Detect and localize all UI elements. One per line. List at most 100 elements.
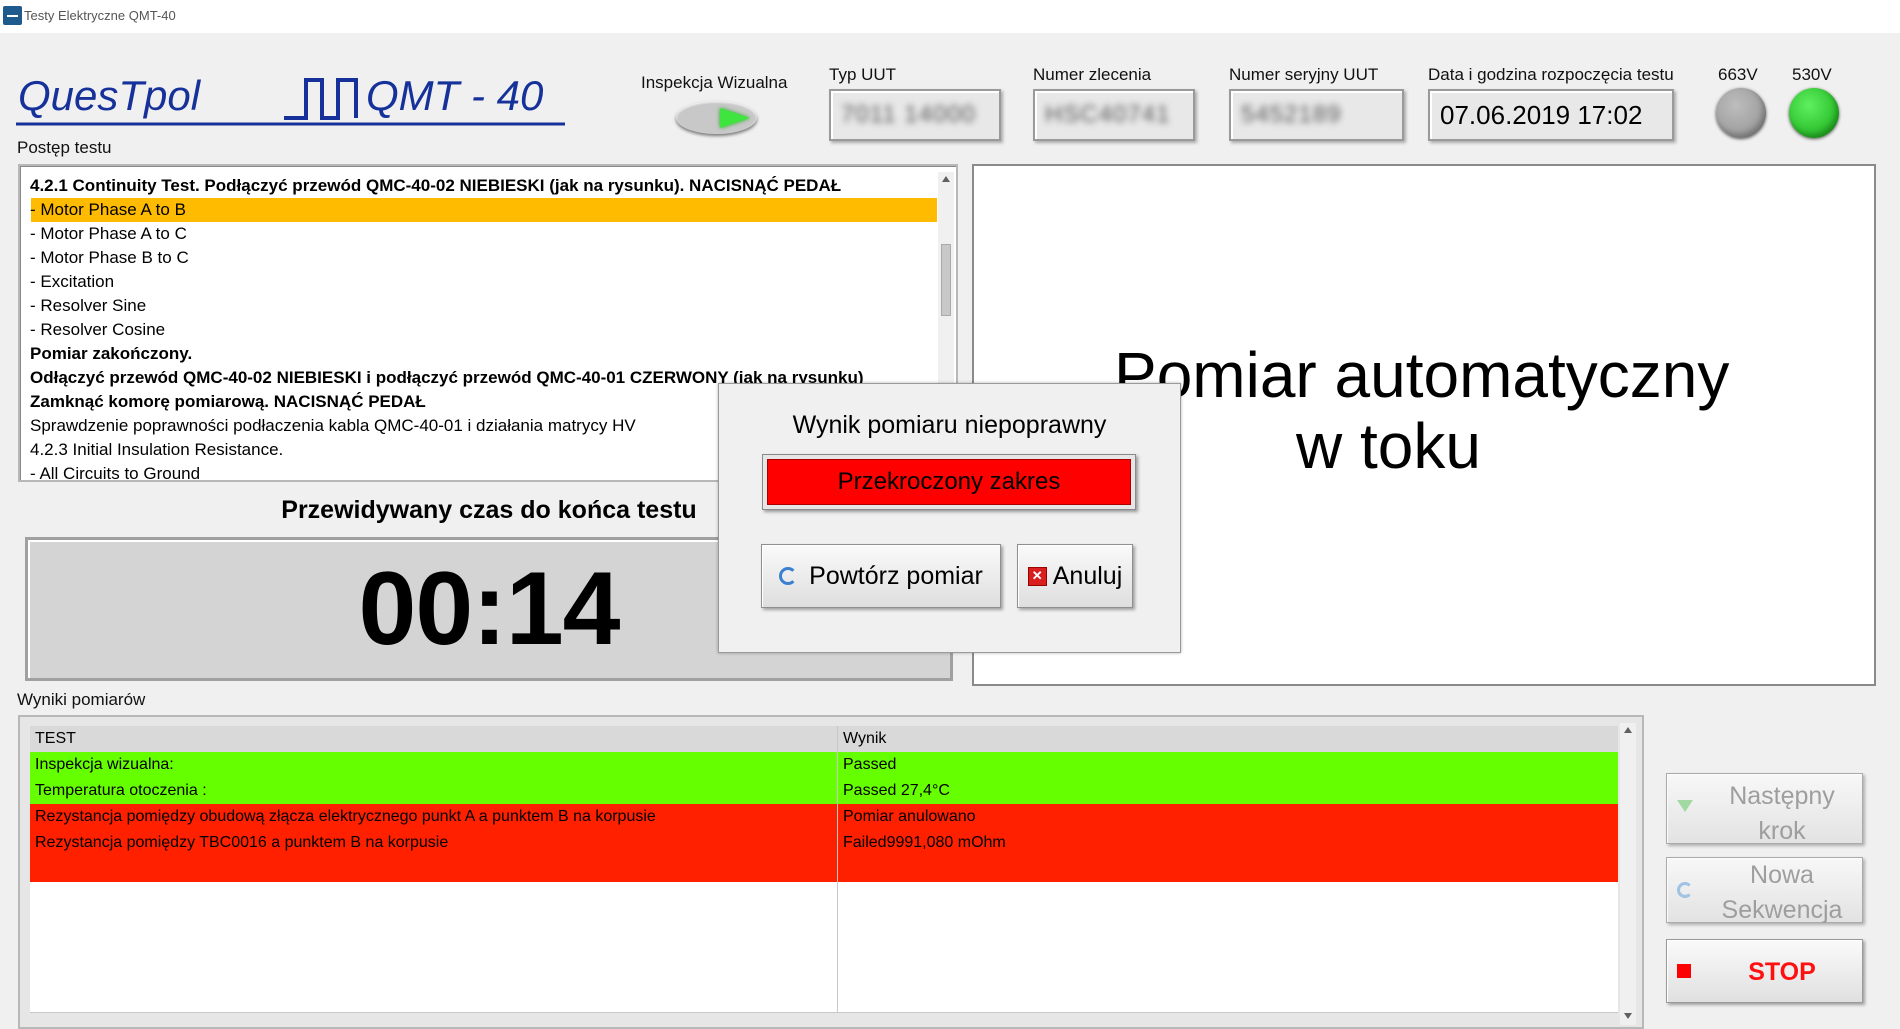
questpol-logo: QuesTpol QMT - 40: [16, 72, 565, 127]
visual-inspection-label: Inspekcja Wizualna: [641, 73, 788, 92]
table-row[interactable]: [30, 934, 1618, 961]
next-step-button[interactable]: Następny krok: [1666, 773, 1863, 845]
display-line-1: Pomiar automatyczny: [1114, 339, 1730, 411]
table-row[interactable]: Rezystancja pomiędzy obudową złącza elek…: [30, 804, 1618, 831]
serial-number-field: 5452189: [1229, 89, 1404, 141]
next-step-label-line1: Następny: [1729, 782, 1835, 810]
list-item[interactable]: Pomiar zakończony.: [30, 342, 192, 366]
order-number-value: HSC40741: [1045, 101, 1171, 128]
list-item[interactable]: - Motor Phase A to C: [30, 222, 187, 246]
table-row[interactable]: [30, 908, 1618, 935]
cell-result: [838, 986, 1618, 1012]
cell-result: [838, 960, 1618, 986]
close-icon: ✕: [1027, 566, 1047, 586]
start-datetime-field: 07.06.2019 17:02: [1428, 89, 1674, 141]
new-sequence-label-line1: Nowa: [1750, 861, 1814, 889]
cell-test: [30, 934, 838, 960]
column-header-result: Wynik: [843, 730, 887, 747]
led-530v-label: 530V: [1792, 65, 1832, 84]
cell-test: [30, 986, 838, 1012]
title-bar: Testy Elektryczne QMT-40: [0, 0, 1900, 33]
list-item[interactable]: - Resolver Cosine: [30, 318, 165, 342]
toggle-indicator-icon: [720, 108, 750, 128]
cancel-button[interactable]: ✕ Anuluj: [1017, 544, 1133, 608]
new-sequence-button[interactable]: Nowa Sekwencja: [1666, 857, 1863, 924]
logo-brand-text: QuesTpol: [18, 72, 202, 119]
cancel-label: Anuluj: [1052, 561, 1123, 590]
list-item-selected[interactable]: - Motor Phase A to B: [30, 198, 186, 222]
uut-type-field: 7011 14000: [829, 89, 1001, 141]
uut-type-label: Typ UUT: [829, 65, 897, 84]
table-row[interactable]: [30, 856, 1618, 883]
cell-test: Rezystancja pomiędzy obudową złącza elek…: [30, 804, 838, 830]
next-step-label: Następny krok: [1707, 779, 1857, 849]
progress-label: Postęp testu: [17, 138, 112, 157]
cell-result: [838, 856, 1618, 882]
table-row[interactable]: Rezystancja pomiędzy TBC0016 a punktem B…: [30, 830, 1618, 857]
table-row[interactable]: Temperatura otoczenia : Passed 27,4°C: [30, 778, 1618, 805]
column-header-test: TEST: [30, 726, 838, 752]
scroll-thumb[interactable]: [941, 244, 951, 316]
cell-result: Passed 27,4°C: [843, 782, 950, 799]
table-row[interactable]: Inspekcja wizualna: Passed: [30, 752, 1618, 779]
cell-test: Temperatura otoczenia :: [30, 778, 838, 804]
led-663v-indicator: [1716, 88, 1766, 138]
list-item[interactable]: - Excitation: [30, 270, 114, 294]
list-item[interactable]: Zamknąć komorę pomiarową. NACISNĄĆ PEDAŁ: [30, 390, 426, 414]
list-item[interactable]: - Motor Phase B to C: [30, 246, 189, 270]
list-item[interactable]: 4.2.1 Continuity Test. Podłączyć przewód…: [30, 174, 841, 198]
scroll-up-icon[interactable]: [942, 176, 950, 182]
logo-model-text: QMT - 40: [366, 72, 544, 119]
scroll-down-icon[interactable]: [1624, 1013, 1632, 1019]
cell-test: [30, 856, 838, 882]
refresh-icon: [1677, 882, 1693, 898]
cell-test: [30, 908, 838, 934]
order-number-label: Numer zlecenia: [1033, 65, 1152, 84]
scroll-up-icon[interactable]: [1624, 727, 1632, 733]
arrow-down-icon: [1677, 800, 1693, 812]
visual-inspection-toggle[interactable]: [676, 101, 757, 134]
new-sequence-label: Nowa Sekwencja: [1707, 858, 1857, 928]
uut-type-value: 7011 14000: [841, 101, 977, 128]
cell-result: Passed: [843, 756, 897, 773]
led-663v-label: 663V: [1718, 65, 1758, 84]
serial-number-label: Numer seryjny UUT: [1229, 65, 1379, 84]
cell-result: Pomiar anulowano: [843, 808, 976, 825]
start-datetime-value: 07.06.2019 17:02: [1440, 99, 1643, 130]
retry-measurement-button[interactable]: Powtórz pomiar: [761, 544, 1001, 608]
table-row[interactable]: [30, 986, 1618, 1013]
cell-test: [30, 882, 838, 908]
new-sequence-label-line2: Sekwencja: [1721, 896, 1843, 924]
cell-result: [838, 908, 1618, 934]
list-item[interactable]: 4.2.3 Initial Insulation Resistance.: [30, 438, 283, 462]
cell-result: [838, 934, 1618, 960]
error-message: Przekroczony zakres: [767, 459, 1131, 505]
next-step-label-line2: krok: [1758, 817, 1806, 845]
app-icon: [3, 6, 22, 25]
list-item[interactable]: - Resolver Sine: [30, 294, 146, 318]
dialog-title: Wynik pomiaru niepoprawny: [792, 411, 1107, 439]
serial-number-value: 5452189: [1241, 101, 1342, 128]
results-table[interactable]: TEST Wynik Inspekcja wizualna: Passed Temp…: [18, 715, 1644, 1029]
retry-label: Powtórz pomiar: [809, 561, 983, 590]
table-header: TEST Wynik: [30, 726, 1618, 752]
stop-button[interactable]: STOP: [1666, 939, 1863, 1003]
display-line-2: w toku: [1296, 410, 1481, 482]
table-row[interactable]: [30, 882, 1618, 909]
results-scrollbar[interactable]: [1620, 723, 1636, 1025]
cell-result: [838, 882, 1618, 908]
refresh-icon: [779, 567, 798, 585]
measurement-error-dialog: Wynik pomiaru niepoprawny Przekroczony z…: [718, 383, 1181, 653]
list-item[interactable]: Sprawdzenie poprawności podłaczenia kabl…: [30, 414, 636, 438]
window-title: Testy Elektryczne QMT-40: [24, 8, 176, 23]
table-row[interactable]: [30, 960, 1618, 987]
cell-result: Failed9991,080 mOhm: [843, 834, 1006, 851]
stop-label: STOP: [1748, 957, 1816, 986]
cell-test: Inspekcja wizualna:: [30, 752, 838, 778]
stop-icon: [1677, 964, 1691, 978]
results-label: Wyniki pomiarów: [17, 690, 146, 709]
cell-test: [30, 960, 838, 986]
error-field: Przekroczony zakres: [762, 454, 1136, 510]
start-datetime-label: Data i godzina rozpoczęcia testu: [1428, 65, 1674, 84]
list-item[interactable]: - All Circuits to Ground: [30, 462, 200, 480]
